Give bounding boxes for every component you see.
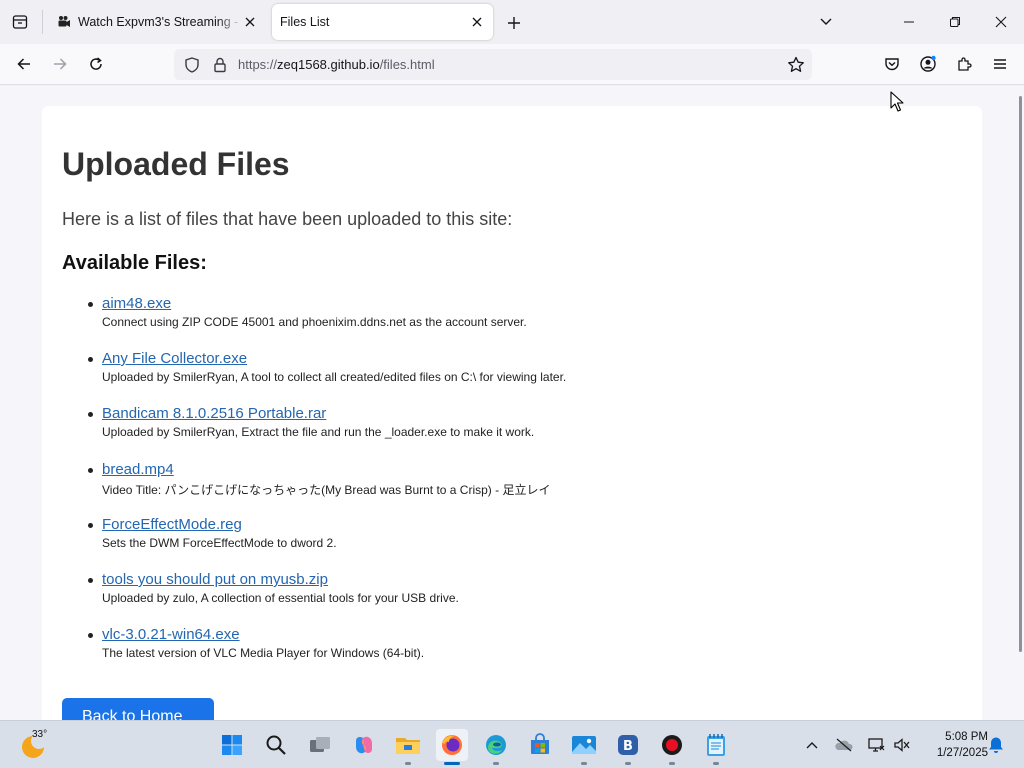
list-item: bread.mp4 Video Title: パンこげこげになっちゃった(My … [88,461,551,498]
bullet [88,357,93,362]
list-item: vlc-3.0.21-win64.exe The latest version … [88,626,425,660]
navigation-toolbar: https://zeq1568.github.io/files.html [0,44,1024,85]
task-view-icon[interactable] [304,729,336,761]
available-files-heading: Available Files: [62,252,207,274]
weather-temperature: 33° [32,729,48,740]
list-item: ForceEffectMode.reg Sets the DWM ForceEf… [88,516,337,550]
bullet [88,412,93,417]
list-item: Bandicam 8.1.0.2516 Portable.rar Uploade… [88,405,535,439]
edge-icon[interactable] [480,729,512,765]
file-link[interactable]: Bandicam 8.1.0.2516 Portable.rar [102,405,534,422]
bullet [88,302,93,307]
network-icon[interactable] [866,735,886,755]
bullet [88,468,93,473]
file-link[interactable]: Any File Collector.exe [102,350,566,367]
tab-strip: Watch Expvm3's Streaming - Cr Files List [0,0,1024,44]
page-title: Uploaded Files [62,146,290,182]
tab-streaming[interactable]: Watch Expvm3's Streaming - Cr [48,4,266,40]
close-window-icon[interactable] [989,10,1013,34]
screen-recorder-icon[interactable] [656,729,688,765]
list-item: Any File Collector.exe Uploaded by Smile… [88,350,567,384]
search-icon[interactable] [260,729,292,761]
firefox-icon[interactable] [436,729,468,765]
extensions-puzzle-icon[interactable] [952,52,976,76]
microsoft-store-icon[interactable] [524,729,556,761]
notepad-icon[interactable] [700,729,732,765]
content-card: Uploaded Files Here is a list of files t… [42,106,982,720]
back-arrow-icon[interactable] [12,52,36,76]
svg-text:B: B [623,739,633,754]
file-explorer-icon[interactable] [392,729,424,765]
scrollbar-thumb[interactable] [1019,96,1022,652]
video-camera-icon [56,14,72,30]
account-icon[interactable] [916,52,940,76]
bullet [88,523,93,528]
tracking-protection-shield-icon[interactable] [183,56,201,74]
forward-arrow-icon[interactable] [48,52,72,76]
copilot-icon[interactable] [348,729,380,761]
file-description: The latest version of VLC Media Player f… [102,646,425,660]
tab-title: Watch Expvm3's Streaming - Cr [78,15,242,29]
system-clock[interactable]: 5:08 PM 1/27/2025 [918,729,988,761]
pocket-icon[interactable] [880,52,904,76]
lock-icon[interactable] [211,56,229,74]
file-description: Video Title: パンこげこげになっちゃった(My Bread was … [102,483,551,497]
start-icon[interactable] [216,729,248,761]
page-viewport[interactable]: Uploaded Files Here is a list of files t… [0,86,1018,720]
back-to-home-button[interactable]: Back to Home [62,698,214,720]
hamburger-menu-icon[interactable] [988,52,1012,76]
close-tab-icon[interactable] [242,14,258,30]
minimize-icon[interactable] [897,10,921,34]
new-tab-plus-icon[interactable] [503,12,525,34]
notification-bell-icon[interactable] [986,735,1006,755]
app-b-icon[interactable]: B [612,729,644,765]
show-hidden-icons-chevron-icon[interactable] [802,735,822,755]
clock-date: 1/27/2025 [936,747,988,759]
file-link[interactable]: ForceEffectMode.reg [102,516,337,533]
list-all-tabs-chevron-icon[interactable] [815,12,837,32]
clock-time: 5:08 PM [945,731,988,743]
file-link[interactable]: aim48.exe [102,295,527,312]
address-bar[interactable]: https://zeq1568.github.io/files.html [174,49,812,80]
vertical-scrollbar[interactable] [1018,86,1024,720]
url-host: zeq1568.github.io [277,57,380,72]
bullet [88,633,93,638]
bullet [88,578,93,583]
file-description: Uploaded by SmilerRyan, A tool to collec… [102,370,567,384]
windows-taskbar: 33° B 5:08 PM 1/27/2025 [0,720,1024,768]
list-item: tools you should put on myusb.zip Upload… [88,571,459,605]
url-text: https://zeq1568.github.io/files.html [238,57,435,72]
firefox-view-icon[interactable] [8,10,32,34]
close-tab-icon[interactable] [469,14,485,30]
url-scheme: https:// [238,57,278,72]
file-description: Uploaded by zulo, A collection of essent… [102,591,459,605]
file-description: Connect using ZIP CODE 45001 and phoenix… [102,315,527,329]
intro-text: Here is a list of files that have been u… [62,209,513,229]
photos-icon[interactable] [568,729,600,765]
list-item: aim48.exe Connect using ZIP CODE 45001 a… [88,295,527,329]
tab-title: Files List [280,15,330,29]
onedrive-offline-icon[interactable] [834,735,854,755]
mouse-cursor-icon [890,91,904,112]
tab-separator [42,10,43,34]
weather-widget[interactable]: 33° [20,727,54,761]
bookmark-star-icon[interactable] [786,55,806,75]
reload-icon[interactable] [84,52,108,76]
file-link[interactable]: tools you should put on myusb.zip [102,571,459,588]
file-link[interactable]: vlc-3.0.21-win64.exe [102,626,424,643]
url-path: /files.html [379,57,435,72]
file-description: Sets the DWM ForceEffectMode to dword 2. [102,536,337,550]
tab-files-list[interactable]: Files List [272,4,493,40]
file-description: Uploaded by SmilerRyan, Extract the file… [102,425,535,439]
restore-icon[interactable] [943,10,967,34]
volume-muted-icon[interactable] [892,735,912,755]
file-link[interactable]: bread.mp4 [102,461,550,478]
